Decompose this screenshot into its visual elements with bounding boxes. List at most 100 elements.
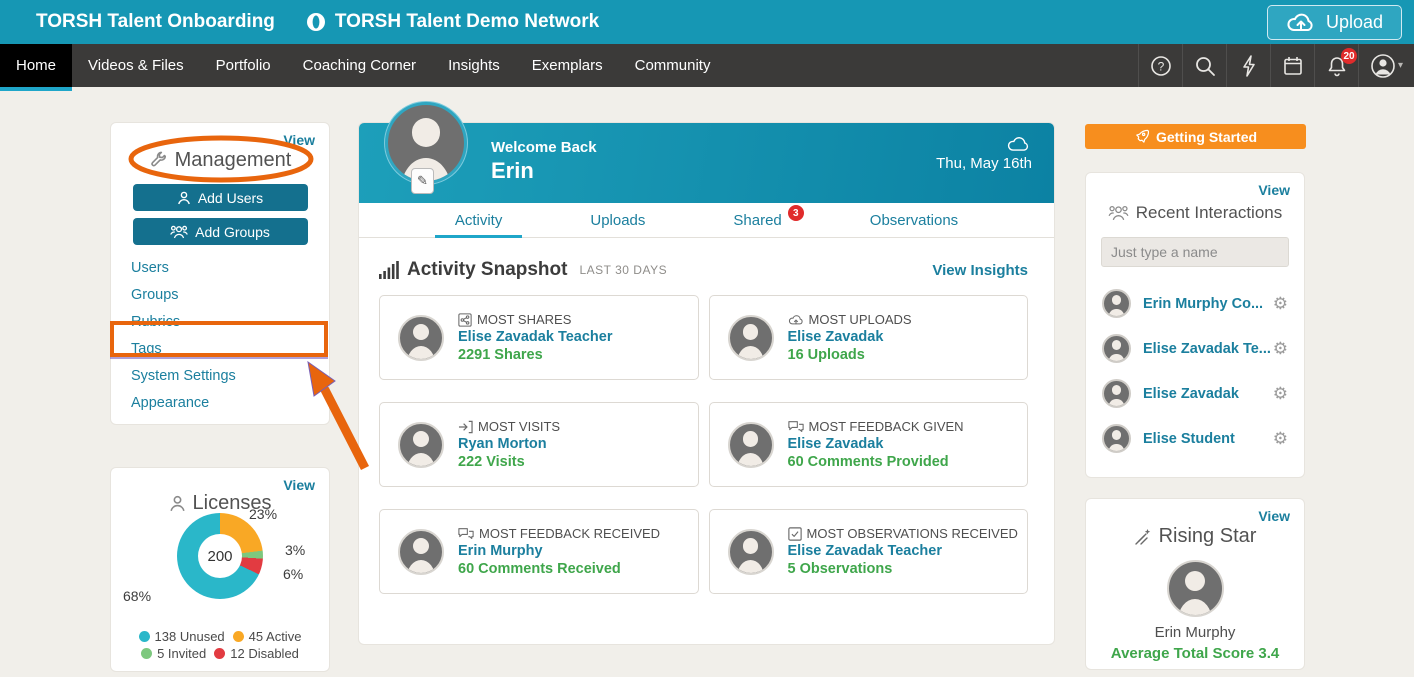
card-most-feedback-received: MOST FEEDBACK RECEIVED Erin Murphy 60 Co…	[379, 509, 699, 594]
torsh-logo-icon	[306, 13, 325, 31]
add-groups-button[interactable]: Add Groups	[132, 218, 308, 245]
network-name: TORSH Talent Demo Network	[334, 11, 600, 32]
sidebar-item-users[interactable]: Users	[131, 255, 329, 282]
search-icon	[1195, 56, 1215, 76]
notifications-button[interactable]: 20	[1314, 44, 1358, 87]
card-user-link[interactable]: Elise Zavadak	[788, 436, 964, 452]
avatar	[398, 528, 444, 575]
welcome-banner: ✎ Welcome Back Erin Thu, May 16th	[359, 102, 1054, 203]
nav-item-insights[interactable]: Insights	[432, 44, 516, 87]
getting-started-button[interactable]: Getting Started	[1085, 124, 1306, 149]
rising-view-link[interactable]: View	[1258, 508, 1290, 524]
management-view-link[interactable]: View	[283, 132, 315, 148]
licenses-panel: View Licenses 200 23% 3% 6% 68% 138 Unus…	[110, 467, 330, 672]
view-insights-link[interactable]: View Insights	[932, 262, 1028, 279]
gear-icon[interactable]: ⚙	[1273, 294, 1288, 314]
card-user-link[interactable]: Ryan Morton	[458, 436, 560, 452]
licenses-legend: 138 Unused 45 Active 5 Invited 12 Disabl…	[111, 629, 329, 661]
list-item: Elise Zavadak ⚙	[1086, 371, 1304, 416]
nav-item-coaching-corner[interactable]: Coaching Corner	[287, 44, 432, 87]
sidebar-item-tags[interactable]: Tags	[131, 336, 329, 363]
people-icon	[170, 225, 188, 238]
gear-icon[interactable]: ⚙	[1273, 339, 1288, 359]
tab-activity[interactable]: Activity	[434, 203, 522, 238]
sidebar-item-appearance[interactable]: Appearance	[131, 390, 329, 417]
licenses-view-link[interactable]: View	[283, 477, 315, 493]
upload-icon	[788, 315, 803, 325]
nav-item-home[interactable]: Home	[0, 44, 73, 91]
snapshot-subtitle: LAST 30 DAYS	[579, 263, 668, 277]
cloud-upload-icon	[1287, 13, 1313, 31]
pct-label-active: 23%	[249, 506, 278, 522]
person-link[interactable]: Erin Murphy Co...	[1143, 296, 1263, 312]
legend-unused: 138 Unused	[138, 629, 225, 644]
licenses-total: 200	[198, 534, 242, 578]
recent-view-link[interactable]: View	[1258, 182, 1290, 198]
nav-item-videos-files[interactable]: Videos & Files	[72, 44, 200, 87]
avatar	[727, 528, 774, 575]
sidebar-item-groups[interactable]: Groups	[131, 282, 329, 309]
wrench-icon	[150, 151, 166, 167]
gear-icon[interactable]: ⚙	[1273, 384, 1288, 404]
search-button[interactable]	[1182, 44, 1226, 87]
nav-item-exemplars[interactable]: Exemplars	[516, 44, 619, 87]
person-link[interactable]: Elise Student	[1143, 431, 1235, 447]
card-stat: 5 Observations	[787, 561, 893, 577]
sidebar-item-system-settings[interactable]: System Settings	[131, 363, 329, 390]
rising-title: Rising Star	[1086, 525, 1304, 548]
notification-count-badge: 20	[1341, 48, 1357, 64]
chevron-down-icon: ▾	[1397, 60, 1404, 71]
avatar	[1102, 424, 1131, 453]
card-user-link[interactable]: Erin Murphy	[458, 543, 660, 559]
list-item: Elise Student ⚙	[1086, 416, 1304, 461]
tab-uploads[interactable]: Uploads	[580, 203, 655, 237]
card-most-feedback-given: MOST FEEDBACK GIVEN Elise Zavadak 60 Com…	[708, 402, 1028, 487]
card-stat: 16 Uploads	[787, 347, 865, 363]
rising-star-score: Average Total Score 3.4	[1110, 645, 1280, 662]
sign-in-icon	[458, 420, 473, 433]
card-user-link[interactable]: Elise Zavadak Teacher	[788, 543, 1018, 559]
person-link[interactable]: Elise Zavadak Te...	[1143, 341, 1271, 357]
pencil-icon: ✎	[417, 173, 428, 188]
snapshot-cards: MOST SHARES Elise Zavadak Teacher 2291 S…	[379, 295, 1028, 594]
tab-shared[interactable]: Shared 3	[723, 203, 804, 237]
rising-star-panel: View Rising Star Erin Murphy Average Tot…	[1085, 498, 1305, 670]
account-menu-button[interactable]: ▾	[1358, 44, 1414, 87]
user-avatar-icon	[1371, 53, 1395, 78]
add-users-button[interactable]: Add Users	[132, 184, 308, 211]
gear-icon[interactable]: ⚙	[1273, 429, 1288, 449]
recent-list: Erin Murphy Co... ⚙ Elise Zavadak Te... …	[1086, 281, 1304, 461]
nav-icon-group: ? 20 ▾	[1138, 44, 1414, 87]
card-user-link[interactable]: Elise Zavadak Teacher	[458, 329, 613, 345]
weather-date: Thu, May 16th	[936, 135, 1032, 172]
help-button[interactable]: ?	[1138, 44, 1182, 87]
shooting-star-icon	[1134, 528, 1150, 545]
recent-search-input[interactable]	[1101, 237, 1289, 267]
user-first-name: Erin	[491, 158, 534, 183]
avatar	[727, 314, 774, 361]
network-switcher[interactable]: TORSH Talent Demo Network	[305, 11, 599, 33]
calendar-button[interactable]	[1270, 44, 1314, 87]
person-icon	[169, 495, 185, 512]
upload-button[interactable]: Upload	[1266, 5, 1402, 40]
card-user-link[interactable]: Elise Zavadak	[788, 329, 912, 345]
nav-item-portfolio[interactable]: Portfolio	[200, 44, 287, 87]
nav-item-community[interactable]: Community	[619, 44, 727, 87]
shared-count-badge: 3	[787, 205, 804, 221]
legend-dot-unused	[138, 631, 150, 642]
person-link[interactable]: Elise Zavadak	[1143, 386, 1239, 402]
quick-actions-button[interactable]	[1226, 44, 1270, 87]
card-stat: 60 Comments Provided	[787, 454, 949, 470]
main-nav: Home Videos & Files Portfolio Coaching C…	[0, 44, 1414, 91]
sidebar-item-rubrics[interactable]: Rubrics	[131, 309, 329, 336]
recent-interactions-panel: View Recent Interactions Erin Murphy Co.…	[1085, 172, 1305, 478]
calendar-icon	[1283, 56, 1302, 75]
card-most-visits: MOST VISITS Ryan Morton 222 Visits	[379, 402, 699, 487]
management-panel: View Management Add Users Add Groups Use…	[110, 122, 330, 425]
app-title: TORSH Talent Onboarding	[36, 11, 275, 32]
tab-observations[interactable]: Observations	[860, 203, 968, 237]
question-icon: ?	[1150, 55, 1171, 76]
dashboard-main-card: ✎ Welcome Back Erin Thu, May 16th Activi…	[358, 102, 1055, 645]
edit-profile-button[interactable]: ✎	[411, 168, 434, 194]
legend-dot-invited	[141, 648, 153, 659]
